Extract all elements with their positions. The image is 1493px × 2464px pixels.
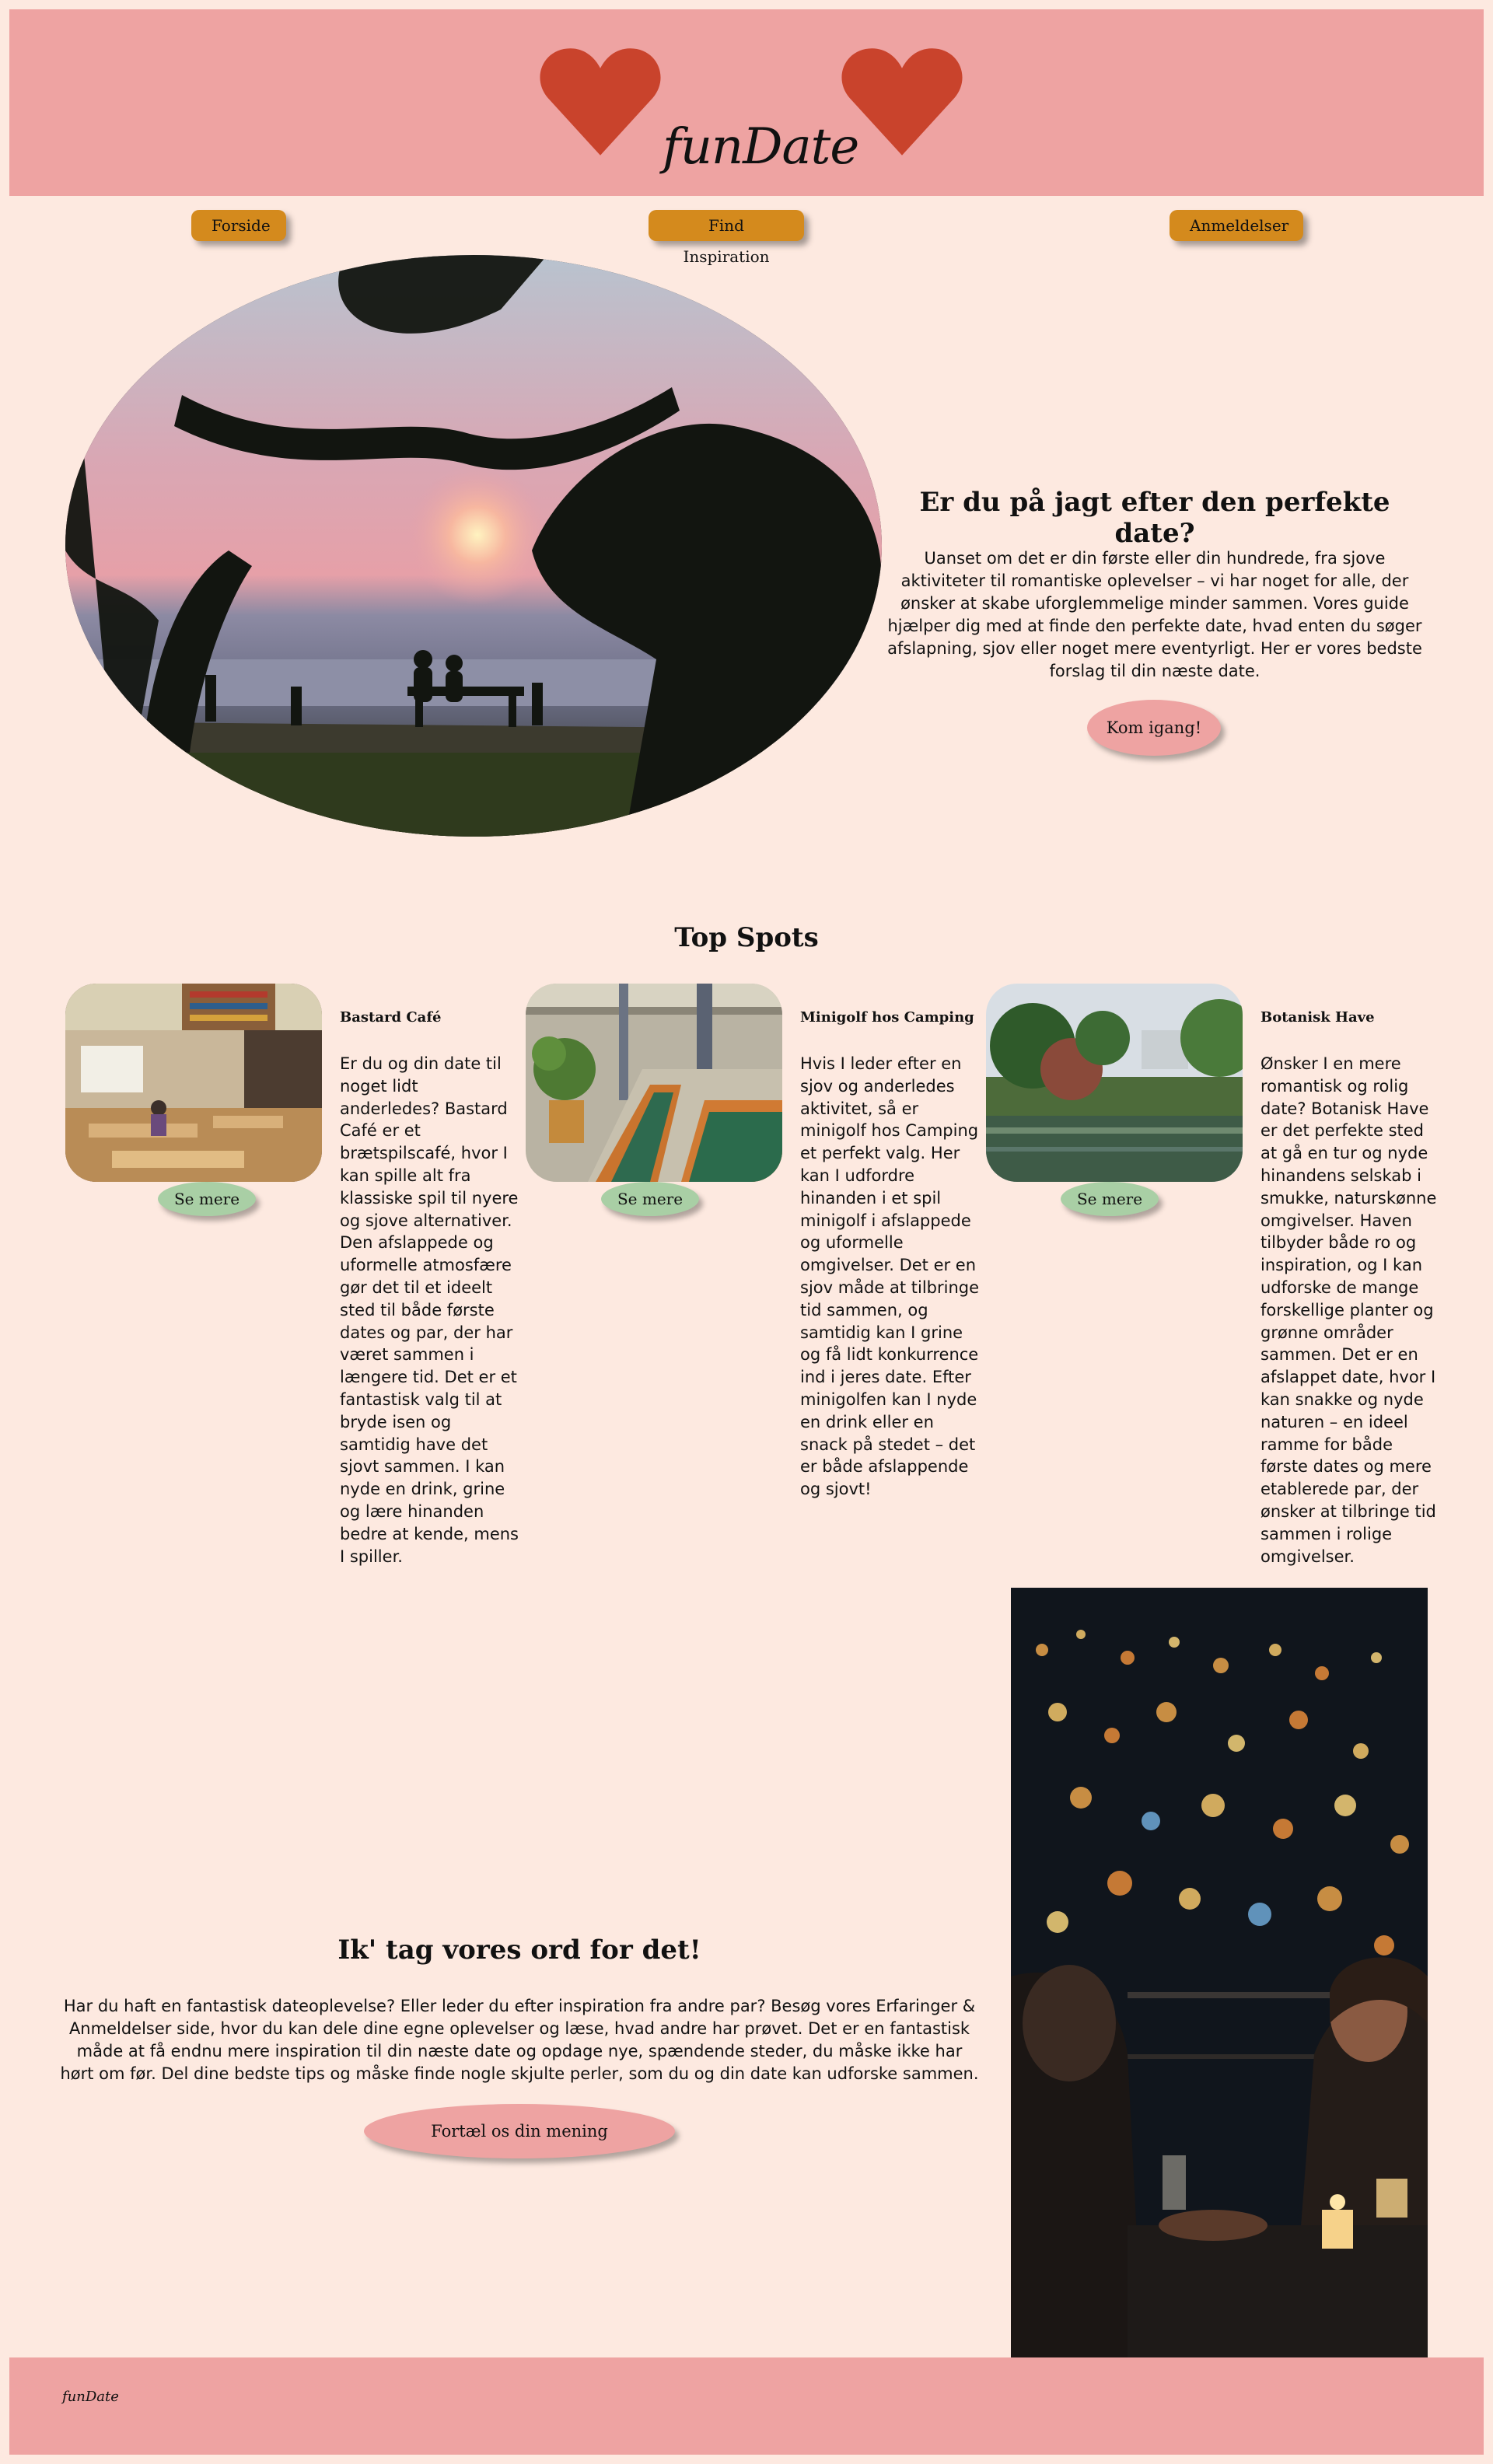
heart-icon: [538, 44, 663, 160]
nav-forside-button[interactable]: Forside: [191, 210, 286, 241]
nav-anmeldelser-button[interactable]: Anmeldelser: [1170, 210, 1303, 241]
get-started-button[interactable]: Kom igang!: [1087, 700, 1221, 756]
spot-text: Ønsker I en mere romantisk og rolig date…: [1260, 1054, 1437, 1566]
reviews-text: Har du haft en fantastisk dateoplevelse?…: [60, 1997, 979, 2083]
top-spots-title: Top Spots: [674, 922, 819, 953]
se-mere-button[interactable]: Se mere: [601, 1182, 699, 1216]
spot-name: Minigolf hos Camping: [800, 1009, 974, 1026]
spot-text: Er du og din date til noget lidt anderle…: [340, 1054, 519, 1566]
minigolf-image: [526, 984, 782, 1182]
footer-logo[interactable]: funDate: [62, 2389, 119, 2405]
couple-dinner-image: [1011, 1588, 1428, 2357]
spot-text: Hvis I leder efter en sjov og anderledes…: [800, 1054, 980, 1499]
se-mere-button[interactable]: Se mere: [1061, 1182, 1159, 1216]
site-header: funDate: [9, 9, 1484, 196]
hero-text: Uanset om det er din første eller din hu…: [887, 549, 1422, 680]
nav-find-inspiration-button[interactable]: Find Inspiration: [649, 210, 804, 266]
reviews-title: Ik' tag vores ord for det!: [337, 1935, 701, 1966]
site-logo[interactable]: funDate: [663, 118, 859, 176]
se-mere-button[interactable]: Se mere: [158, 1182, 256, 1216]
site-footer: funDate: [9, 2357, 1484, 2455]
spot-name: Bastard Café: [340, 1009, 442, 1026]
botanisk-have-image: [986, 984, 1243, 1182]
hero-image: [65, 255, 882, 837]
bastard-cafe-image: [65, 984, 322, 1182]
hero-title: Er du på jagt efter den perfekte date?: [919, 487, 1390, 549]
spot-name: Botanisk Have: [1260, 1009, 1375, 1026]
share-opinion-button[interactable]: Fortæl os din mening: [364, 2104, 675, 2158]
